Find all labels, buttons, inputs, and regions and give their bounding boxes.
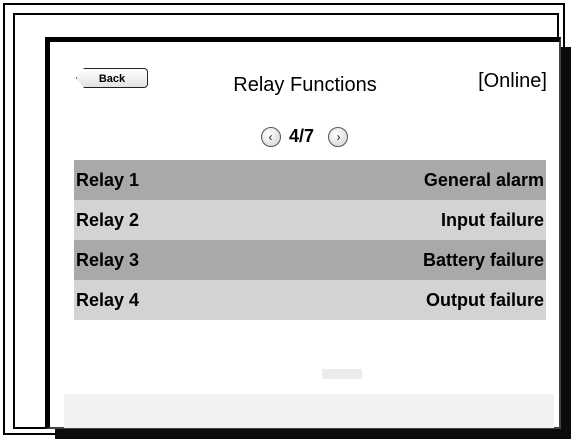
relay-name: Relay 2 — [76, 209, 140, 230]
chevron-right-icon[interactable]: › — [328, 126, 349, 147]
outer-frame: Back Relay Functions [Online] ‹ 4/7 › Re… — [3, 3, 565, 435]
back-button[interactable]: Back — [76, 68, 148, 88]
relay-name: Relay 3 — [76, 249, 140, 270]
connection-status: [Online] — [478, 70, 547, 92]
page-title: Relay Functions — [233, 74, 377, 96]
inner-frame: Back Relay Functions [Online] ‹ 4/7 › Re… — [13, 13, 561, 429]
relay-name: Relay 1 — [76, 169, 140, 190]
header: Back Relay Functions [Online] — [50, 42, 559, 124]
relay-function: Input failure — [441, 209, 544, 230]
footer-bar — [64, 394, 554, 428]
relay-name: Relay 4 — [76, 289, 140, 310]
relay-row-4[interactable]: Relay 4 Output failure — [74, 280, 546, 320]
chevron-left-icon[interactable]: ‹ — [260, 126, 281, 147]
relay-function: Battery failure — [422, 249, 544, 270]
relay-list: Relay 1 General alarm Relay 2 Input fail… — [74, 160, 546, 320]
relay-row-2[interactable]: Relay 2 Input failure — [74, 200, 546, 240]
relay-row-3[interactable]: Relay 3 Battery failure — [74, 240, 546, 280]
pager: ‹ 4/7 › — [50, 126, 559, 152]
relay-function: Output failure — [426, 289, 544, 310]
device-screen: Back Relay Functions [Online] ‹ 4/7 › Re… — [45, 37, 561, 429]
relay-row-1[interactable]: Relay 1 General alarm — [74, 160, 546, 200]
scroll-indicator — [322, 369, 362, 379]
relay-function: General alarm — [423, 169, 544, 190]
page-indicator: 4/7 — [288, 126, 315, 146]
